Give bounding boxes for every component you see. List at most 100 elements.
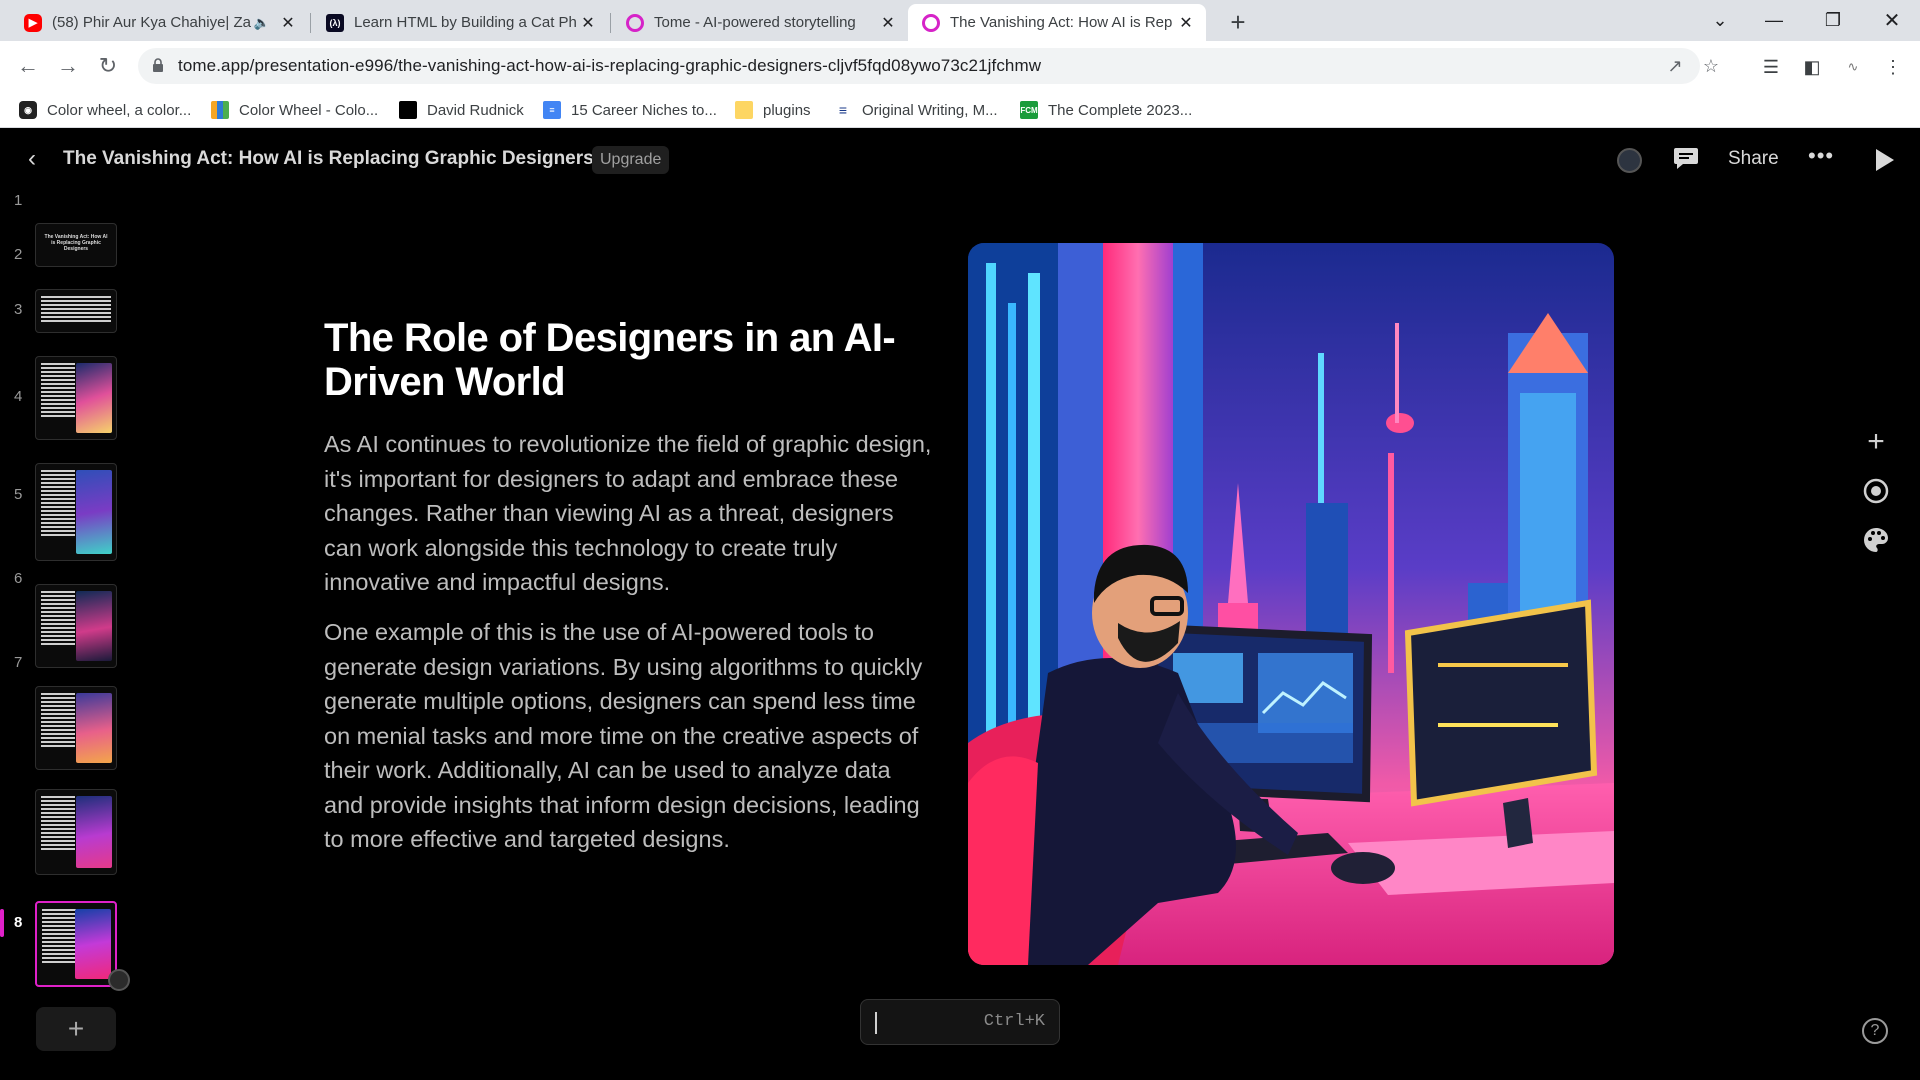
slide-paragraph[interactable]: One example of this is the use of AI-pow… [324, 615, 934, 857]
tome-app: ‹ The Vanishing Act: How AI is Replacing… [0, 129, 1920, 1080]
square-icon [399, 101, 417, 119]
page-thumbnail-7[interactable] [35, 789, 117, 875]
page-number: 4 [14, 388, 23, 405]
thumbnail-text-lines [41, 591, 75, 647]
reload-icon[interactable]: ↻ [92, 50, 124, 82]
page-number: 3 [14, 301, 23, 318]
browser-tab-active[interactable]: The Vanishing Act: How AI is Rep ✕ [908, 4, 1206, 41]
more-options-icon[interactable]: ••• [1808, 143, 1834, 169]
presentation-title[interactable]: The Vanishing Act: How AI is Replacing G… [63, 148, 594, 170]
docs-icon: ≡ [543, 101, 561, 119]
profile-avatar-icon[interactable]: ∿ [1838, 56, 1868, 78]
url-text[interactable]: tome.app/presentation-e996/the-vanishing… [178, 56, 1041, 76]
share-page-icon[interactable]: ↗ [1664, 55, 1686, 77]
browser-tab-youtube[interactable]: ▶ (58) Phir Aur Kya Chahiye| Za 🔈 ✕ [10, 4, 308, 41]
record-icon[interactable] [1862, 477, 1890, 505]
youtube-icon: ▶ [24, 13, 42, 32]
lock-icon[interactable] [152, 58, 164, 72]
close-window-button[interactable]: ✕ [1864, 0, 1920, 40]
browser-tab-freecodecamp[interactable]: (λ) Learn HTML by Building a Cat Ph ✕ [312, 4, 608, 41]
speaker-icon[interactable]: 🔈 [254, 15, 270, 31]
bookmark-label: 15 Career Niches to... [571, 101, 717, 119]
thumbnail-text-lines [41, 470, 75, 538]
page-thumbnail-5[interactable] [35, 584, 117, 668]
new-tab-button[interactable]: + [1222, 6, 1254, 38]
tab-title: Learn HTML by Building a Cat Ph [354, 14, 577, 31]
bookmark-item[interactable]: FCM The Complete 2023... [1020, 100, 1192, 120]
add-page-button[interactable]: + [36, 1007, 116, 1051]
tab-title: (58) Phir Aur Kya Chahiye| Za [52, 14, 251, 31]
bookmark-item[interactable]: ≡ Original Writing, M... [834, 100, 998, 120]
thumbnail-text-lines [41, 796, 75, 852]
page-thumbnail-1[interactable]: The Vanishing Act: How AI is Replacing G… [35, 223, 117, 267]
bookmark-label: plugins [763, 101, 811, 119]
lines-icon: ≡ [834, 101, 852, 119]
slide-paragraph[interactable]: As AI continues to revolutionize the fie… [324, 427, 934, 600]
browser-toolbar: ← → ↻ tome.app/presentation-e996/the-van… [0, 41, 1920, 91]
bookmark-star-icon[interactable]: ☆ [1700, 55, 1722, 77]
thumbnail-image [76, 796, 112, 868]
back-chevron-icon[interactable]: ‹ [20, 145, 44, 172]
share-button[interactable]: Share [1728, 148, 1779, 170]
side-panel-icon[interactable]: ◧ [1801, 56, 1823, 78]
bookmark-label: David Rudnick [427, 101, 524, 119]
thumbnail-title: The Vanishing Act: How AI is Replacing G… [44, 234, 108, 252]
collaborator-avatar [108, 969, 130, 991]
page-thumbnail-2[interactable] [35, 289, 117, 333]
thumbnail-image [75, 909, 111, 979]
close-tab-icon[interactable]: ✕ [878, 13, 898, 33]
freecodecamp-icon: (λ) [326, 13, 344, 32]
bookmark-item[interactable]: Color Wheel - Colo... [211, 100, 378, 120]
page-thumbnail-8[interactable] [35, 901, 117, 987]
page-thumbnail-4[interactable] [35, 463, 117, 561]
page-number: 2 [14, 246, 23, 263]
bookmark-item[interactable]: David Rudnick [399, 100, 524, 120]
page-number: 5 [14, 486, 23, 503]
bookmark-item[interactable]: plugins [735, 100, 811, 120]
fcm-icon: FCM [1020, 101, 1038, 119]
comment-icon[interactable] [1673, 146, 1699, 170]
thumbnail-image [76, 363, 112, 433]
command-input[interactable]: Ctrl+K [860, 999, 1060, 1045]
bookmark-item[interactable]: ◉ Color wheel, a color... [19, 100, 191, 120]
tab-separator [610, 13, 611, 33]
tab-title: Tome - AI-powered storytelling [654, 14, 856, 31]
slide-illustration[interactable] [968, 243, 1614, 965]
close-tab-icon[interactable]: ✕ [278, 13, 298, 33]
forward-arrow-icon[interactable]: → [52, 50, 84, 82]
bookmark-item[interactable]: ≡ 15 Career Niches to... [543, 100, 717, 120]
back-arrow-icon[interactable]: ← [12, 50, 44, 82]
close-tab-icon[interactable]: ✕ [578, 13, 598, 33]
color-wheel-icon: ◉ [19, 101, 37, 119]
slide-title[interactable]: The Role of Designers in an AI-Driven Wo… [324, 316, 914, 404]
thumbnail-image [76, 693, 112, 763]
theme-palette-icon[interactable] [1862, 526, 1890, 554]
bookmark-label: Color wheel, a color... [47, 101, 192, 119]
thumbnail-text-lines [41, 693, 75, 749]
thumbnail-image [76, 591, 112, 661]
restore-button[interactable]: ❐ [1805, 0, 1861, 40]
minimize-button[interactable]: — [1746, 0, 1802, 40]
tab-separator [310, 13, 311, 33]
browser-menu-icon[interactable]: ⋮ [1882, 56, 1904, 78]
browser-tab-tome[interactable]: Tome - AI-powered storytelling ✕ [612, 4, 908, 41]
thumbnail-text-lines [41, 363, 75, 419]
avatar[interactable] [1617, 148, 1642, 173]
page-number: 6 [14, 570, 23, 587]
tab-search-icon[interactable]: ⌄ [1692, 0, 1748, 40]
upgrade-button[interactable]: Upgrade [592, 146, 670, 174]
help-icon[interactable]: ? [1862, 1018, 1888, 1044]
active-page-indicator [0, 909, 4, 937]
folder-icon [735, 101, 753, 119]
close-tab-icon[interactable]: ✕ [1176, 13, 1196, 33]
reading-list-icon[interactable]: ☰ [1760, 56, 1782, 78]
text-cursor [875, 1012, 877, 1034]
page-thumbnail-6[interactable] [35, 686, 117, 770]
tab-title: The Vanishing Act: How AI is Rep [950, 14, 1173, 31]
tome-icon [922, 13, 940, 32]
address-bar[interactable]: tome.app/presentation-e996/the-vanishing… [138, 48, 1719, 84]
add-block-icon[interactable]: + [1862, 425, 1890, 458]
page-number-active: 8 [14, 914, 23, 931]
play-icon[interactable] [1876, 149, 1894, 171]
page-thumbnail-3[interactable] [35, 356, 117, 440]
